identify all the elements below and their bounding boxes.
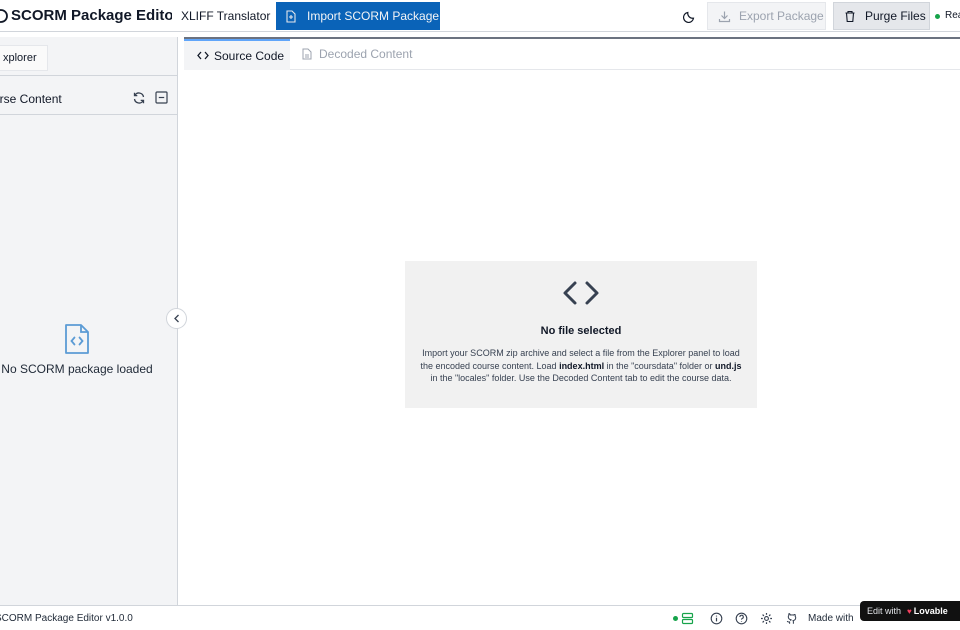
tab-label: Decoded Content — [319, 46, 413, 61]
info-icon[interactable] — [710, 612, 723, 625]
collapse-all-icon[interactable] — [155, 91, 168, 104]
app-logo-icon — [0, 9, 8, 23]
refresh-icon[interactable] — [132, 91, 146, 105]
editor-tabbar: Source Code Decoded Content — [184, 39, 960, 70]
desc-bold-filename: und.js — [715, 360, 742, 371]
file-import-icon — [286, 9, 296, 23]
sidebar-divider — [0, 114, 178, 115]
top-header: SCORM Package Editor XLIFF Translator Im… — [0, 0, 960, 32]
purge-files-button[interactable]: Purge Files — [833, 2, 930, 30]
code-brackets-icon — [563, 281, 599, 305]
export-package-button[interactable]: Export Package — [707, 2, 826, 30]
explorer-tab[interactable]: xplorer — [0, 45, 48, 71]
sidebar-collapse-button[interactable] — [166, 308, 187, 329]
help-icon[interactable] — [735, 612, 748, 625]
xliff-translator-button[interactable]: XLIFF Translator — [172, 2, 280, 30]
tab-label: Source Code — [214, 48, 285, 63]
purge-files-label: Purge Files — [865, 9, 926, 23]
github-icon[interactable] — [785, 612, 798, 625]
sidebar-divider — [0, 75, 178, 76]
status-text: Rea — [945, 10, 960, 21]
file-icon — [302, 48, 312, 59]
desc-text: in the "coursdata" folder or — [604, 360, 716, 371]
theme-toggle-button[interactable] — [678, 5, 700, 27]
empty-state-title: No file selected — [540, 325, 622, 337]
status-indicator-dot — [935, 14, 940, 19]
trash-icon — [845, 10, 855, 22]
import-scorm-button[interactable]: Import SCORM Package — [276, 2, 440, 30]
server-icon[interactable] — [681, 612, 694, 625]
export-package-label: Export Package — [739, 9, 824, 23]
chevron-left-icon — [173, 314, 179, 323]
status-footer: SCORM Package Editor v1.0.0 Made with — [0, 605, 960, 630]
made-with-label: Made with — [808, 613, 854, 624]
connection-status-dot — [673, 616, 678, 621]
file-code-icon — [65, 324, 89, 354]
course-content-title: urse Content — [0, 92, 62, 106]
no-file-placeholder: No file selected Import your SCORM zip a… — [405, 261, 757, 408]
import-scorm-label: Import SCORM Package — [307, 9, 440, 23]
desc-bold-filename: index.html — [559, 360, 605, 371]
gear-icon[interactable] — [760, 612, 773, 625]
tab-decoded-content[interactable]: Decoded Content — [302, 39, 412, 68]
code-icon — [197, 51, 209, 60]
tab-source-code[interactable]: Source Code — [184, 39, 290, 70]
download-icon — [718, 11, 731, 22]
empty-state-description: Import your SCORM zip archive and select… — [419, 347, 743, 385]
version-label: SCORM Package Editor v1.0.0 — [0, 613, 133, 624]
badge-brand: Lovable — [913, 606, 948, 616]
desc-text: in the "locales" folder. Use the Decoded… — [430, 373, 732, 383]
heart-icon: ♥ — [907, 606, 912, 616]
edit-with-lovable-badge[interactable]: Edit with ♥ Lovable — [860, 601, 960, 621]
explorer-sidebar: xplorer urse Content No SCORM package lo… — [0, 37, 178, 605]
app-title: SCORM Package Editor — [11, 7, 180, 24]
moon-icon — [682, 11, 694, 23]
empty-package-message: No SCORM package loaded — [1, 362, 153, 376]
badge-prefix: Edit with — [867, 606, 902, 616]
